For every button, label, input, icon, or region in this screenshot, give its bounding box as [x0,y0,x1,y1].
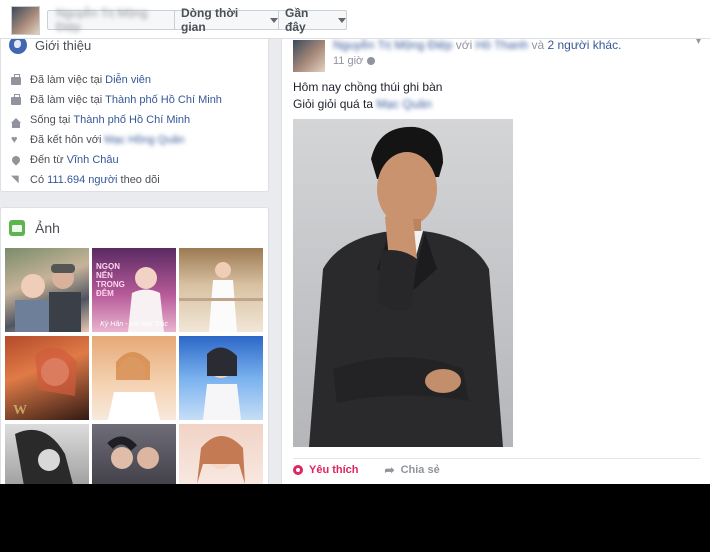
love-reaction-icon [293,465,303,475]
intro-item-link[interactable]: Diễn viên [105,74,151,86]
post-line-2-tag[interactable]: Mạc Quân [376,97,431,111]
intro-item-prefix: Sống tại [30,114,71,126]
recent-dropdown[interactable]: Gần đây [278,6,347,34]
photo-people-art [107,436,159,469]
share-label: Chia sẻ [400,464,440,476]
photo-people-art [15,264,81,332]
intro-item-suffix: theo dõi [120,174,160,186]
intro-item-link[interactable]: Thành phố Hồ Chí Minh [73,114,190,126]
intro-title: Giới thiệu [35,37,92,53]
poster-subtitle: Kỳ Hân - Vai Mai Trúc [100,321,168,328]
intro-item-married: ♥ Đã kết hôn với Mạc Hồng Quân [11,130,222,150]
intro-item-from: Đến từ Vĩnh Châu [10,150,222,170]
post-line-1: Hôm nay chồng thúi ghi bàn [293,80,443,94]
post-timestamp[interactable]: 11 giờ [333,55,376,67]
like-button[interactable]: Yêu thích [293,463,359,477]
intro-list: Đã làm việc tại Diễn viên Đã làm việc tạ… [10,70,222,190]
photo-people-art [203,347,241,420]
intro-item-prefix: Đã làm việc tại [30,74,103,86]
intro-item-prefix: Đã làm việc tại [30,94,103,106]
timeline-sticky-header: Nguyễn Trị Mộng Điệp Dòng thời gian Gần … [0,0,710,39]
photos-title[interactable]: Ảnh [35,220,60,236]
intro-item-link[interactable]: Vĩnh Châu [67,154,119,166]
timeline-label: Dòng thời gian [181,6,239,34]
chevron-down-icon [270,17,278,23]
briefcase-icon [11,94,21,105]
photo-people-art [179,262,263,332]
svg-text:W: W [13,403,27,418]
intro-item-prefix: Đã kết hôn với [30,134,102,146]
and-text: và [531,38,545,52]
photo-thumbnail[interactable] [179,336,263,420]
photo-thumbnail[interactable]: W [5,336,89,420]
profile-name-label: Nguyễn Trị Mộng Điệp [56,6,148,34]
timeline-dropdown[interactable]: Dòng thời gian [175,6,279,34]
photo-thumbnail[interactable] [5,248,89,332]
post-line-2-text: Giỏi giỏi quá ta [293,97,374,111]
post-divider [293,458,700,459]
post-author-avatar[interactable] [293,40,325,72]
recent-label: Gần đây [285,6,309,34]
post-line-2: Giỏi giỏi quá ta Mạc Quân [293,96,442,113]
photo-thumbnail[interactable] [179,424,263,492]
globe-icon [367,57,376,65]
post-author-name[interactable]: Nguyễn Trị Mộng Điệp [333,38,452,52]
intro-card: Giới thiệu Đã làm việc tại Diễn viên Đã … [0,28,269,192]
photo-people-art [197,436,245,484]
photo-icon [9,220,25,236]
post-photo[interactable] [293,119,513,447]
poster-title: NGỌN NẾN TRONG ĐÊM [96,262,125,298]
with-text: với [455,38,473,52]
intro-item-link[interactable]: 111.694 người [47,174,117,186]
timeline-post: Nguyễn Trị Mộng Điệp với Hồ Thanh và 2 n… [281,28,710,489]
house-icon [11,117,21,128]
post-time-label: 11 giờ [333,55,364,67]
chevron-down-icon [338,17,346,23]
photo-thumbnail[interactable] [92,424,176,492]
photo-thumbnail-movie-poster[interactable]: NGỌN NẾN TRONG ĐÊM Kỳ Hân - Vai Mai Trúc [92,248,176,332]
photos-header: Ảnh [9,220,60,236]
photo-people-art [108,352,160,420]
screen-letterbox-bar [0,484,710,552]
tagged-person[interactable]: Hồ Thanh [476,38,528,52]
photo-thumbnail[interactable] [5,424,89,492]
share-button[interactable]: ➦ Chia sẻ [385,463,440,477]
photo-people-art [15,429,75,492]
heart-icon: ♥ [11,134,18,146]
intro-item-link[interactable]: Mạc Hồng Quân [104,134,184,146]
post-photo-art [293,119,513,447]
location-pin-icon [10,154,22,166]
photo-people-art: W [13,347,77,418]
rss-icon: ◥ [11,174,19,185]
share-arrow-icon: ➦ [384,463,395,477]
photo-thumbnail[interactable] [179,248,263,332]
photos-card: Ảnh NGỌN NẾN TRONG ĐÊM Kỳ Hân - Vai Mai … [0,207,269,499]
photo-thumbnail[interactable] [92,336,176,420]
briefcase-icon [11,74,21,85]
intro-item-lives: Sống tại Thành phố Hồ Chí Minh [11,110,222,130]
intro-item-prefix: Có [30,174,45,186]
profile-avatar-small[interactable] [11,6,40,35]
intro-item-link[interactable]: Thành phố Hồ Chí Minh [105,94,222,106]
intro-item-followers: ◥ Có 111.694 người theo dõi [11,170,222,190]
like-label: Yêu thích [309,464,359,476]
profile-name-button[interactable]: Nguyễn Trị Mộng Điệp [47,6,175,34]
intro-item-prefix: Đến từ [30,154,64,166]
post-text: Hôm nay chồng thúi ghi bàn Giỏi giỏi quá… [293,79,442,113]
intro-item-work-1: Đã làm việc tại Diễn viên [11,70,222,90]
post-header: Nguyễn Trị Mộng Điệp với Hồ Thanh và 2 n… [333,38,621,52]
others-link[interactable]: 2 người khác. [547,38,621,52]
intro-item-work-2: Đã làm việc tại Thành phố Hồ Chí Minh [11,90,222,110]
post-actions: Yêu thích ➦ Chia sẻ [293,463,466,477]
